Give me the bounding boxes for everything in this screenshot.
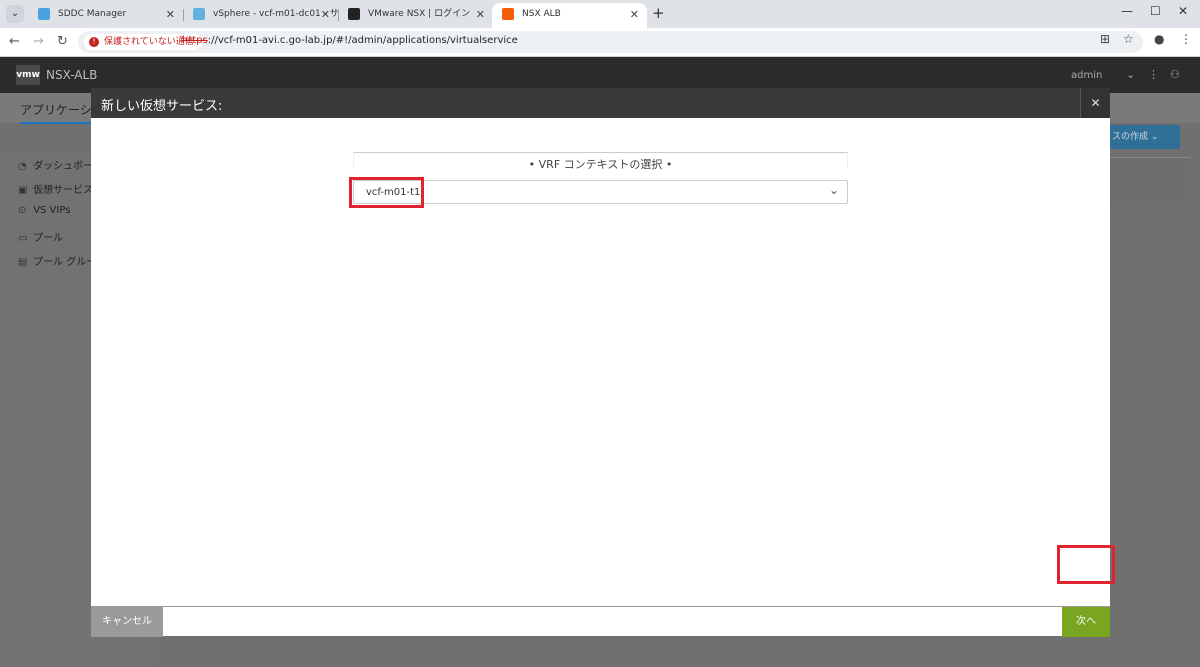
- translate-icon[interactable]: ⊞: [1100, 32, 1110, 46]
- new-tab-icon[interactable]: +: [652, 4, 665, 22]
- avi-icon: [502, 8, 514, 20]
- forward-icon[interactable]: →: [33, 34, 44, 49]
- highlight-box-next: [1057, 545, 1115, 584]
- address-bar-row: ← → ↻ ! 保護されていない通信 https://vcf-m01-avi.c…: [0, 28, 1200, 57]
- modal-close-icon[interactable]: ✕: [1080, 88, 1110, 118]
- modal-footer: キャンセル 次へ: [91, 606, 1110, 637]
- chevron-down-icon: ⌄: [828, 183, 839, 197]
- tab-title: NSX ALB: [522, 9, 561, 19]
- modal-overlay: 新しい仮想サービス: ✕ • VRF コンテキストの選択 • vcf-m01-t…: [0, 57, 1200, 667]
- browser-menu-icon[interactable]: ⋮: [1180, 32, 1192, 46]
- highlight-box-vrf: [349, 177, 424, 208]
- vmware-icon: [348, 8, 360, 20]
- vsphere-icon: [193, 8, 205, 20]
- url-path: ://vcf-m01-avi.c.go-lab.jp/#!/admin/appl…: [207, 35, 518, 46]
- tab-title: vSphere - vcf-m01-dc01 - サマリ: [213, 9, 338, 19]
- profile-icon[interactable]: ●: [1154, 32, 1164, 46]
- browser-tab-nsx[interactable]: VMware NSX | ログイン ✕: [338, 3, 493, 28]
- reload-icon[interactable]: ↻: [57, 34, 68, 49]
- cancel-button[interactable]: キャンセル: [91, 607, 163, 637]
- modal-header: 新しい仮想サービス: ✕: [91, 88, 1110, 118]
- browser-tab-nsx-alb[interactable]: NSX ALB ✕: [492, 3, 647, 28]
- omnibox[interactable]: ! 保護されていない通信 https://vcf-m01-avi.c.go-la…: [78, 31, 1143, 53]
- browser-tab-vsphere[interactable]: vSphere - vcf-m01-dc01 - サマリ ✕: [183, 3, 338, 28]
- vrf-context-select[interactable]: vcf-m01-t1 ⌄: [353, 180, 848, 204]
- warning-icon: !: [89, 37, 99, 47]
- cloud-icon: [38, 8, 50, 20]
- new-virtual-service-modal: 新しい仮想サービス: ✕ • VRF コンテキストの選択 • vcf-m01-t…: [91, 88, 1110, 637]
- close-icon[interactable]: ✕: [321, 3, 330, 26]
- security-label: 保護されていない通信: [104, 37, 194, 47]
- tab-title: SDDC Manager: [58, 9, 127, 19]
- back-icon[interactable]: ←: [9, 34, 20, 49]
- next-button[interactable]: 次へ: [1062, 607, 1110, 637]
- tab-search-icon[interactable]: ⌄: [6, 5, 24, 23]
- minimize-icon[interactable]: —: [1121, 4, 1133, 18]
- vrf-context-label: • VRF コンテキストの選択 •: [528, 158, 673, 171]
- close-icon[interactable]: ✕: [630, 3, 639, 26]
- close-icon[interactable]: ✕: [166, 3, 175, 26]
- window-close-icon[interactable]: ✕: [1178, 4, 1188, 18]
- browser-tab-sddc[interactable]: SDDC Manager ✕: [28, 3, 183, 28]
- modal-title: 新しい仮想サービス:: [101, 99, 223, 114]
- url-text: https://vcf-m01-avi.c.go-lab.jp/#!/admin…: [182, 35, 518, 46]
- bookmark-star-icon[interactable]: ☆: [1123, 32, 1134, 46]
- tab-title: VMware NSX | ログイン: [368, 9, 471, 19]
- close-icon[interactable]: ✕: [476, 3, 485, 26]
- maximize-icon[interactable]: ☐: [1150, 4, 1161, 18]
- browser-tab-strip: ⌄ SDDC Manager ✕ vSphere - vcf-m01-dc01 …: [0, 0, 1200, 28]
- url-scheme: https: [182, 35, 208, 46]
